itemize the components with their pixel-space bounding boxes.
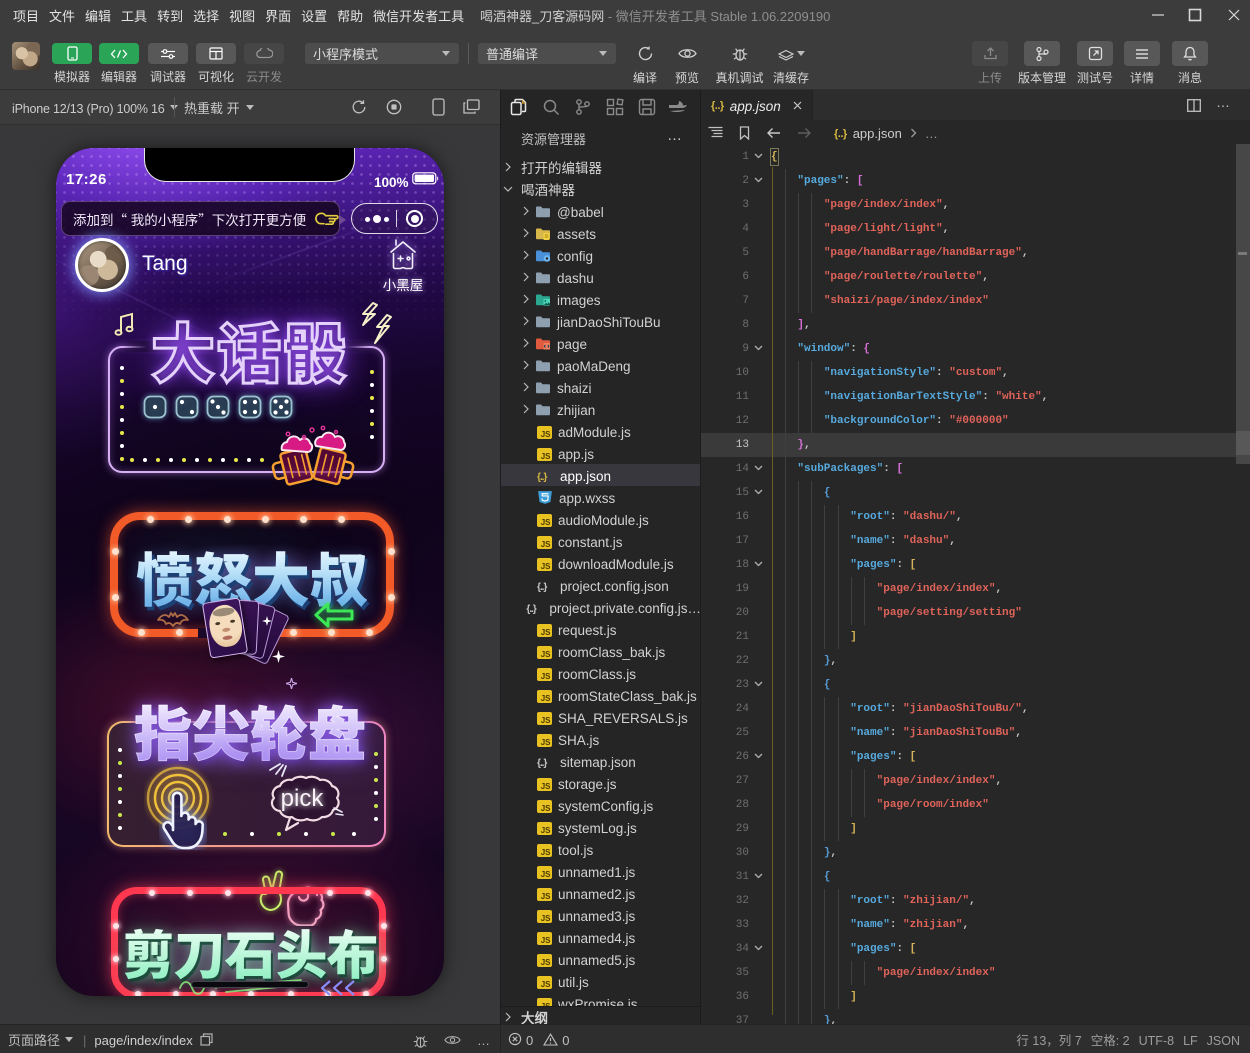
svg-text:pick: pick	[281, 785, 325, 812]
